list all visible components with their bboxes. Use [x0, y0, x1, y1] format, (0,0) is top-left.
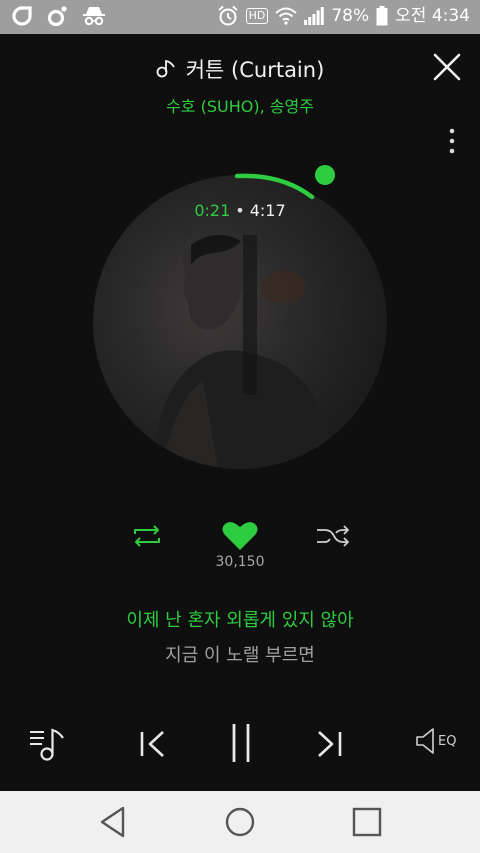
notification-app-icon	[12, 6, 32, 26]
home-icon[interactable]	[224, 805, 256, 839]
time-separator: •	[235, 201, 245, 220]
battery-icon	[376, 6, 388, 26]
alarm-icon	[217, 5, 238, 26]
current-time: 0:21	[194, 201, 231, 220]
like-heart-icon[interactable]	[221, 520, 259, 552]
recent-apps-icon[interactable]	[351, 805, 383, 839]
battery-percentage: 78%	[331, 6, 370, 26]
music-app-icon	[47, 6, 67, 27]
eq-label: EQ	[438, 733, 457, 749]
back-icon[interactable]	[98, 805, 128, 839]
progress-handle[interactable]	[315, 165, 335, 185]
notification-icons	[12, 5, 106, 27]
lyric-next-line[interactable]: 지금 이 노랠 부르면	[0, 641, 480, 667]
previous-track-icon[interactable]	[138, 724, 168, 764]
incognito-icon	[83, 7, 105, 26]
next-track-icon[interactable]	[314, 724, 344, 764]
progress-arc[interactable]	[0, 34, 480, 274]
shuffle-icon[interactable]	[315, 524, 351, 548]
system-status: HD 78% 오전 4:34	[217, 4, 470, 28]
status-bar: HD 78% 오전 4:34	[0, 0, 480, 34]
lyric-current-line[interactable]: 이제 난 혼자 외롭게 있지 않아	[0, 606, 480, 632]
speaker-icon	[416, 728, 434, 754]
repeat-icon[interactable]	[130, 524, 164, 548]
signal-icon	[304, 7, 325, 25]
pause-icon[interactable]	[229, 718, 253, 768]
total-time: 4:17	[249, 201, 286, 220]
time-display: 0:21 • 4:17	[0, 201, 480, 220]
clock: 오전 4:34	[395, 6, 470, 26]
eq-button[interactable]: EQ	[415, 726, 456, 756]
hd-voice-icon: HD	[245, 8, 269, 24]
transport-controls: EQ	[0, 724, 480, 774]
wifi-icon	[275, 7, 298, 25]
progress-fill	[234, 173, 315, 200]
playlist-icon[interactable]	[28, 724, 68, 764]
music-player: 커튼 (Curtain) 수호 (SUHO), 송영주 0:21•4:17	[0, 34, 480, 791]
like-count: 30,150	[215, 554, 265, 570]
navigation-bar	[0, 791, 480, 853]
